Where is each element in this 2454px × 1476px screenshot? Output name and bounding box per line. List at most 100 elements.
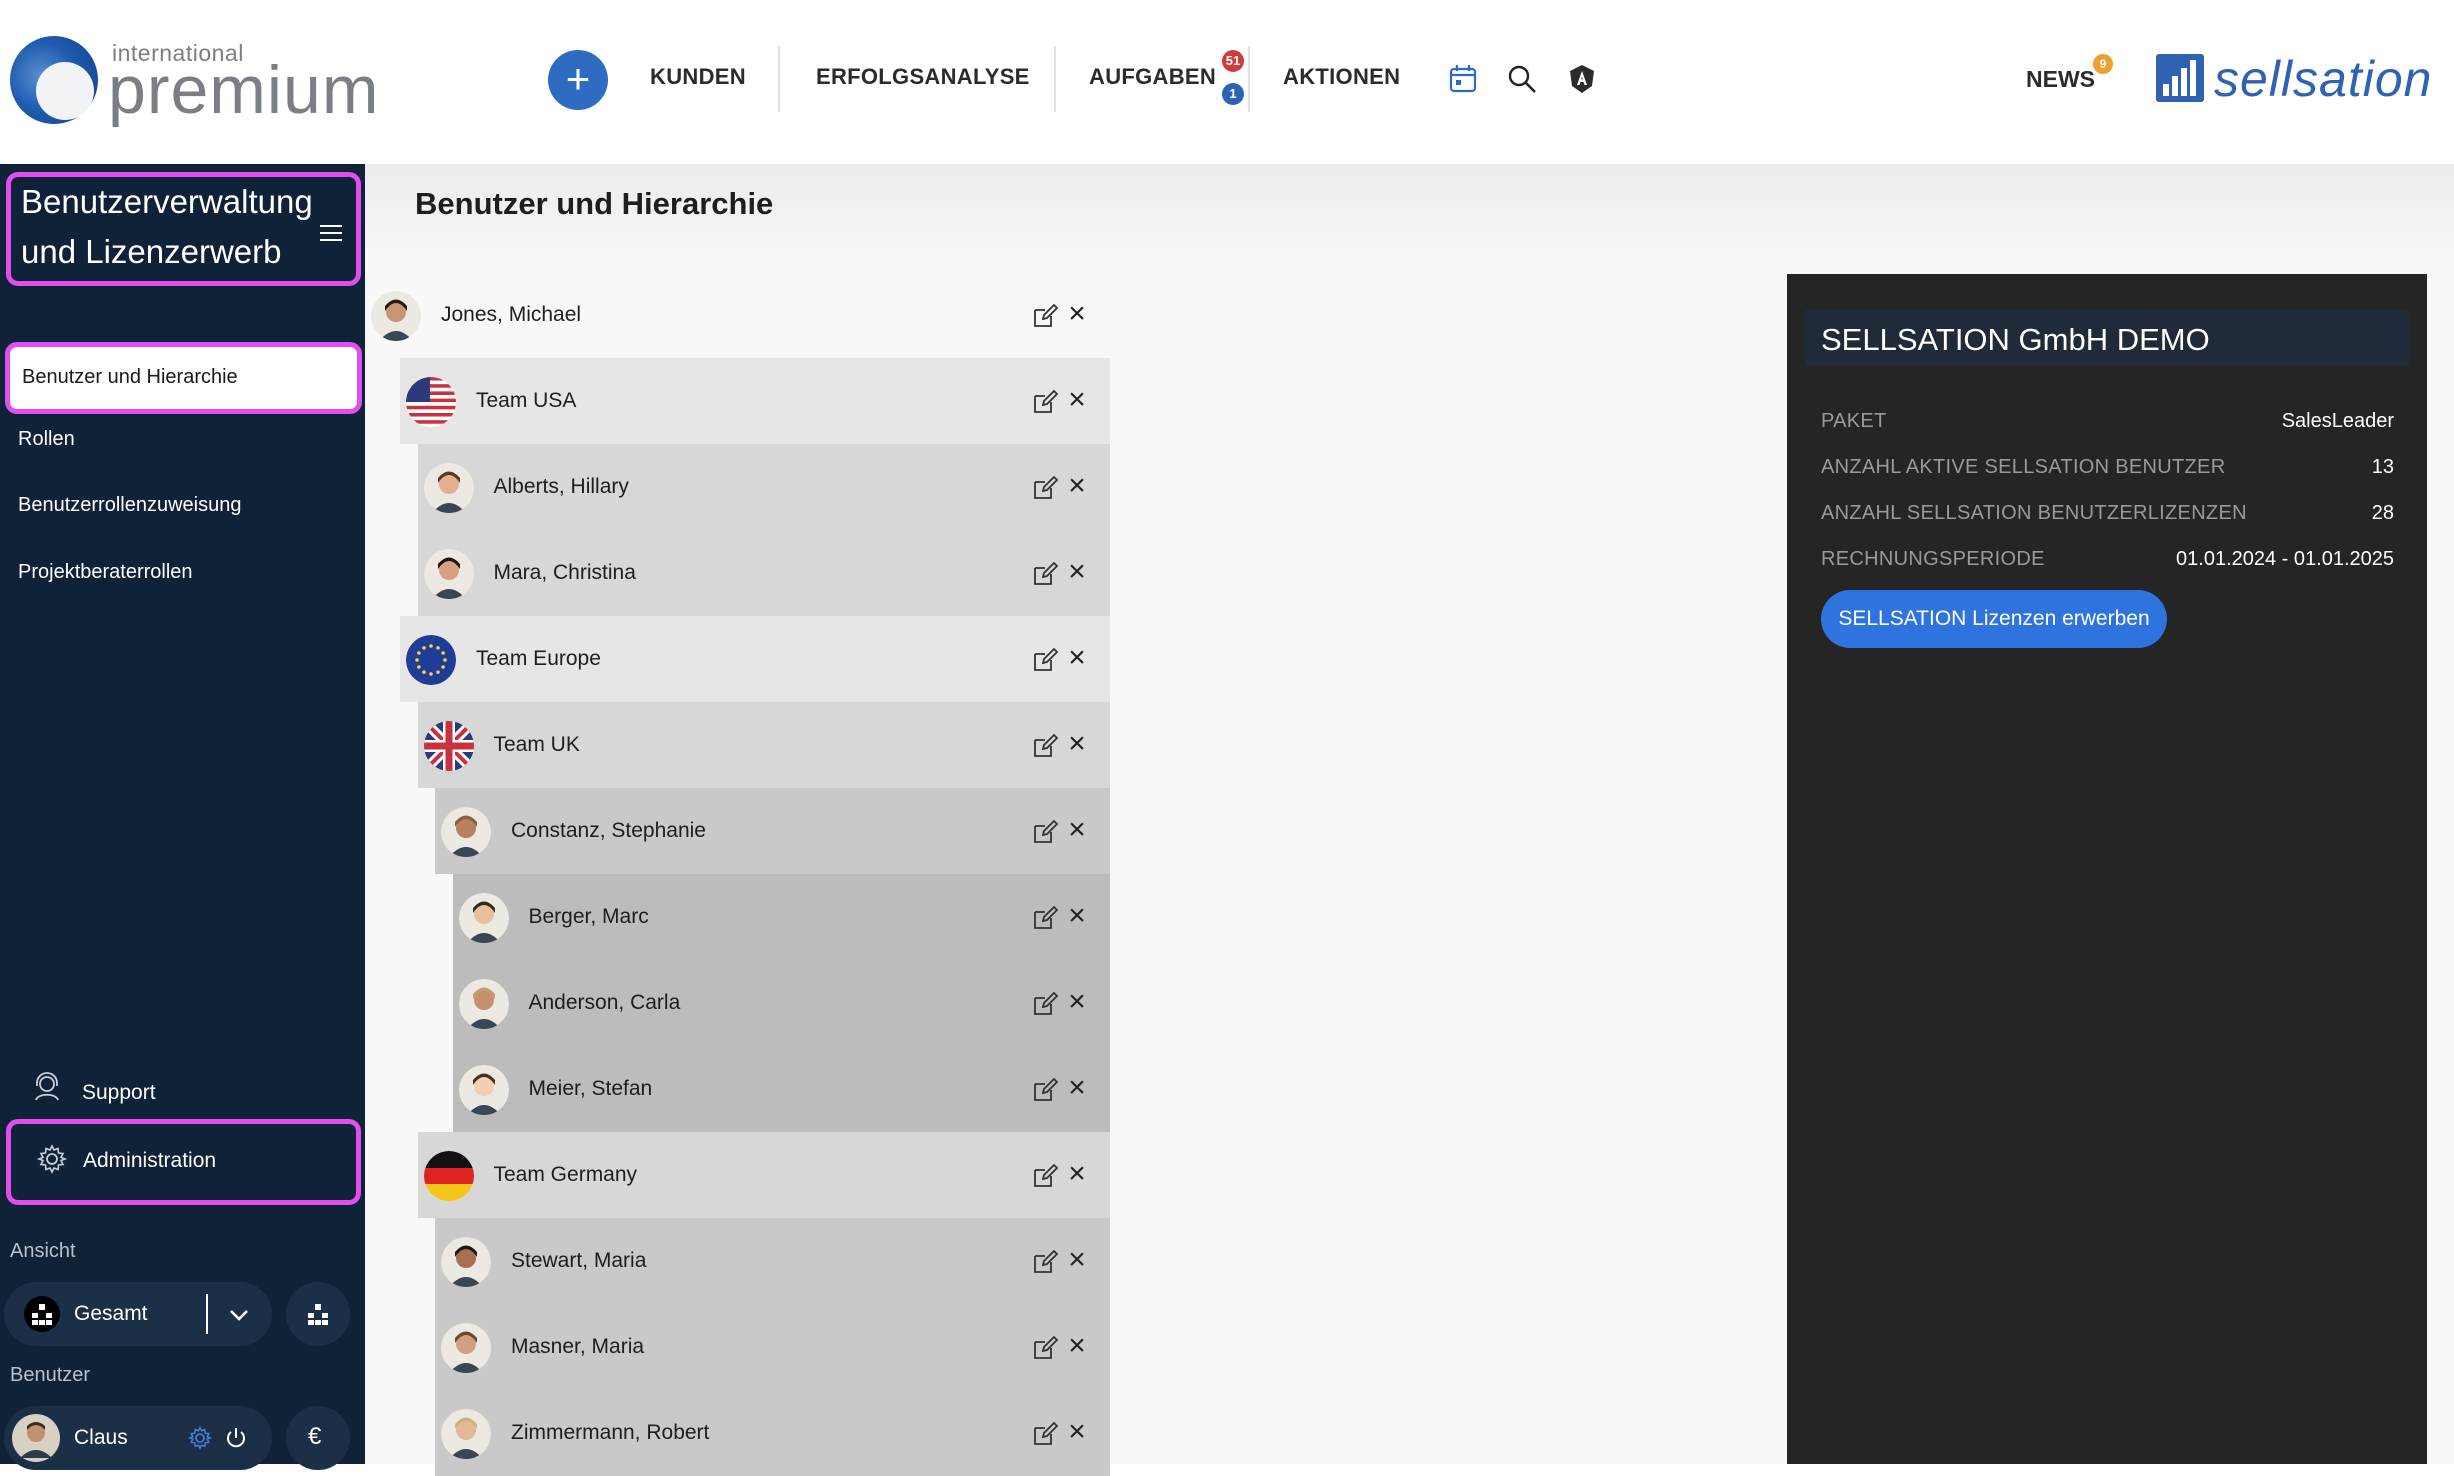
edit-icon[interactable] [1031,818,1059,846]
hamburger-icon[interactable] [320,225,342,241]
administration-label: Administration [83,1149,217,1172]
avatar [441,1409,491,1459]
sidebar-item-projektberaterrollen[interactable]: Projektberaterrollen [18,561,193,584]
billing-period-label: RECHNUNGSPERIODE [1821,548,2045,570]
nav-aufgaben[interactable]: AUFGABEN [1089,64,1216,90]
user-name: Claus [74,1426,128,1449]
search-icon[interactable] [1505,62,1539,96]
user-row[interactable]: Alberts, Hillary × [417,444,1110,530]
close-icon[interactable]: × [1063,729,1091,759]
close-icon[interactable]: × [1063,1159,1091,1189]
sellsation-bars-icon [2156,54,2204,102]
user-row[interactable]: Jones, Michael × [365,272,1110,358]
user-row[interactable]: Meier, Stefan × [452,1046,1110,1132]
close-icon[interactable]: × [1063,1245,1091,1275]
close-icon[interactable]: × [1063,299,1091,329]
user-row[interactable]: Anderson, Carla × [452,960,1110,1046]
edit-icon[interactable] [1031,990,1059,1018]
nav-erfolgsanalyse[interactable]: ERFOLGSANALYSE [816,64,1030,90]
edit-icon[interactable] [1031,904,1059,932]
calendar-icon[interactable] [1446,62,1480,96]
close-icon[interactable]: × [1063,385,1091,415]
nav-divider [1248,46,1250,112]
buy-licenses-button[interactable]: SELLSATION Lizenzen erwerben [1821,590,2167,648]
org-chart-button[interactable] [286,1282,350,1346]
close-icon[interactable]: × [1063,815,1091,845]
sidebar-item-benutzerrollenzuweisung[interactable]: Benutzerrollenzuweisung [18,494,241,517]
edit-icon[interactable] [1031,1248,1059,1276]
power-icon[interactable] [224,1426,248,1450]
team-row[interactable]: Team Germany × [417,1132,1110,1218]
license-panel-header: SELLSATION GmbH DEMO [1805,310,2409,366]
edit-icon[interactable] [1031,1162,1059,1190]
close-icon[interactable]: × [1063,643,1091,673]
news-link[interactable]: NEWS [2026,66,2095,93]
user-row[interactable]: Zimmermann, Robert × [435,1390,1110,1476]
close-icon[interactable]: × [1063,1331,1091,1361]
user-name: Zimmermann, Robert [511,1421,710,1444]
close-icon[interactable]: × [1063,471,1091,501]
edit-icon[interactable] [1031,646,1059,674]
close-icon[interactable]: × [1063,1417,1091,1447]
sidebar-item-rollen[interactable]: Rollen [18,428,75,451]
team-name: Team UK [493,733,580,756]
hierarchy-icon [24,1296,60,1332]
aufgaben-badge-blue: 1 [1222,83,1244,105]
currency-button[interactable]: € [286,1406,350,1470]
sidebar-item-label: Benutzer und Hierarchie [22,366,238,388]
chevron-down-icon[interactable] [228,1304,250,1326]
team-row[interactable]: Team UK × [417,702,1110,788]
page-header: Benutzer und Hierarchie [365,164,2454,248]
edit-icon[interactable] [1031,474,1059,502]
view-value: Gesamt [74,1302,148,1325]
nav-kunden[interactable]: KUNDEN [650,64,746,90]
edit-icon[interactable] [1031,1334,1059,1362]
logo-ring-hole [36,62,94,120]
euro-icon: € [308,1423,322,1450]
user-row[interactable]: Masner, Maria × [435,1304,1110,1390]
avatar [12,1414,60,1462]
view-selector[interactable]: Gesamt [4,1282,272,1346]
close-icon[interactable]: × [1063,987,1091,1017]
shield-icon[interactable] [1565,62,1599,96]
close-icon[interactable]: × [1063,557,1091,587]
licenses-label: ANZAHL SELLSATION BENUTZERLIZENZEN [1821,502,2247,524]
user-name: Constanz, Stephanie [511,819,706,842]
team-name: Team Germany [493,1163,638,1186]
user-row[interactable]: Mara, Christina × [417,530,1110,616]
edit-icon[interactable] [1031,1420,1059,1448]
licenses-value: 28 [2371,502,2394,524]
user-settings-gear-icon[interactable] [188,1426,212,1450]
edit-icon[interactable] [1031,732,1059,760]
nav-divider [778,46,780,112]
edit-icon[interactable] [1031,1076,1059,1104]
add-button[interactable]: + [548,50,608,110]
avatar [371,291,421,341]
user-name: Alberts, Hillary [493,475,629,498]
team-row[interactable]: Team Europe × [400,616,1110,702]
user-row[interactable]: Constanz, Stephanie × [435,788,1110,874]
avatar [458,1065,509,1115]
sellsation-logo: sellsation [2156,52,2446,108]
sidebar-title[interactable]: Benutzerverwaltung und Lizenzerwerb [6,172,361,286]
sidebar-title-text: Benutzerverwaltung und Lizenzerwerb [21,183,313,270]
support-link[interactable]: Support [32,1072,332,1112]
premium-logo[interactable]: international premium [10,36,379,128]
sidebar-item-benutzer-und-hierarchie[interactable]: Benutzer und Hierarchie [5,342,362,414]
nav-divider [1054,46,1056,112]
edit-icon[interactable] [1031,560,1059,588]
team-row[interactable]: Team USA × [400,358,1110,444]
nav-aktionen[interactable]: AKTIONEN [1283,64,1400,90]
user-row[interactable]: Berger, Marc × [452,874,1110,960]
user-selector[interactable]: Claus [4,1406,272,1470]
edit-icon[interactable] [1031,302,1059,330]
aufgaben-badge-red: 51 [1222,50,1244,72]
close-icon[interactable]: × [1063,1073,1091,1103]
administration-link[interactable]: Administration [6,1119,361,1205]
close-icon[interactable]: × [1063,901,1091,931]
edit-icon[interactable] [1031,388,1059,416]
team-name: Team Europe [476,647,601,670]
user-name: Anderson, Carla [528,991,681,1014]
view-caption: Ansicht [10,1240,76,1262]
user-row[interactable]: Stewart, Maria × [435,1218,1110,1304]
